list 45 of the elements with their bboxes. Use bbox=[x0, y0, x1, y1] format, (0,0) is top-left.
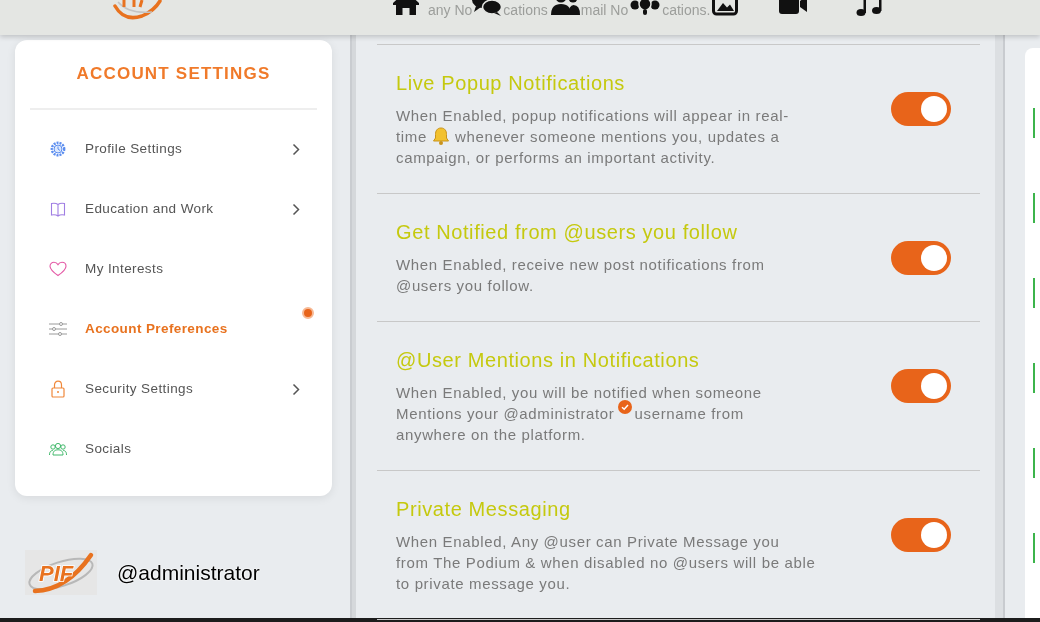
bell-icon bbox=[430, 126, 451, 146]
toggle-switch[interactable] bbox=[891, 92, 951, 126]
toggle-switch[interactable] bbox=[891, 518, 951, 552]
group-icon[interactable] bbox=[629, 0, 662, 16]
sidebar-item[interactable]: My Interests bbox=[30, 239, 317, 299]
sidebar-item[interactable]: Socials bbox=[30, 419, 317, 479]
logo: PIF bbox=[25, 550, 97, 595]
setting-title: Get Notified from @users you follow bbox=[396, 220, 739, 244]
video-icon[interactable] bbox=[779, 0, 808, 16]
setting-description: When Enabled, Any @user can Private Message you from The Podium & when disabled no @users will be able to private message you. bbox=[396, 532, 816, 594]
faded-text: cations bbox=[503, 2, 548, 18]
music-icon[interactable] bbox=[856, 0, 885, 16]
setting-description: When Enabled, you will be notified when someone Mentions your @administrator username from anywhere on the platform. bbox=[396, 383, 763, 445]
sidebar-item[interactable]: Profile Settings bbox=[30, 119, 317, 179]
setting-title: Private Messaging bbox=[396, 497, 572, 521]
accent-line-icon bbox=[1033, 193, 1035, 223]
group-icon bbox=[49, 442, 67, 456]
setting-title: @User Mentions in Notifications bbox=[396, 348, 701, 372]
users-icon[interactable] bbox=[548, 0, 581, 16]
accent-line-icon bbox=[1033, 363, 1035, 393]
username: @administrator bbox=[117, 559, 260, 586]
chat-icon[interactable] bbox=[472, 0, 503, 16]
toggle-switch[interactable] bbox=[891, 241, 951, 275]
toggle-switch[interactable] bbox=[891, 369, 951, 403]
heart-icon bbox=[49, 261, 67, 277]
sliders-icon bbox=[49, 321, 67, 337]
accent-line-icon bbox=[1033, 278, 1035, 308]
sidebar-item[interactable]: Security Settings bbox=[30, 359, 317, 419]
faded-text: mail No bbox=[580, 2, 629, 18]
menu-title: ACCOUNT SETTINGS bbox=[76, 63, 271, 86]
lock-icon bbox=[51, 380, 65, 398]
home-icon[interactable] bbox=[390, 0, 422, 16]
setting-description: When Enabled, popup notifications will appear in real-time whenever someone mentions you, updates a campaign, or performs an important activity. bbox=[396, 106, 790, 168]
verified-badge-icon bbox=[617, 400, 632, 415]
setting-description: When Enabled, receive new post notifications from @users you follow. bbox=[396, 255, 766, 296]
image-icon[interactable] bbox=[712, 0, 739, 16]
sidebar-item[interactable]: Education and Work bbox=[30, 179, 317, 239]
accent-line-icon bbox=[1033, 533, 1035, 563]
accent-line-icon bbox=[1033, 108, 1035, 138]
accent-line-icon bbox=[1033, 448, 1035, 478]
faded-text: cations. bbox=[662, 2, 711, 18]
book-icon bbox=[50, 201, 66, 217]
gear-icon bbox=[50, 141, 66, 157]
faded-text: any No bbox=[428, 2, 473, 18]
setting-title: Live Popup Notifications bbox=[396, 71, 626, 95]
